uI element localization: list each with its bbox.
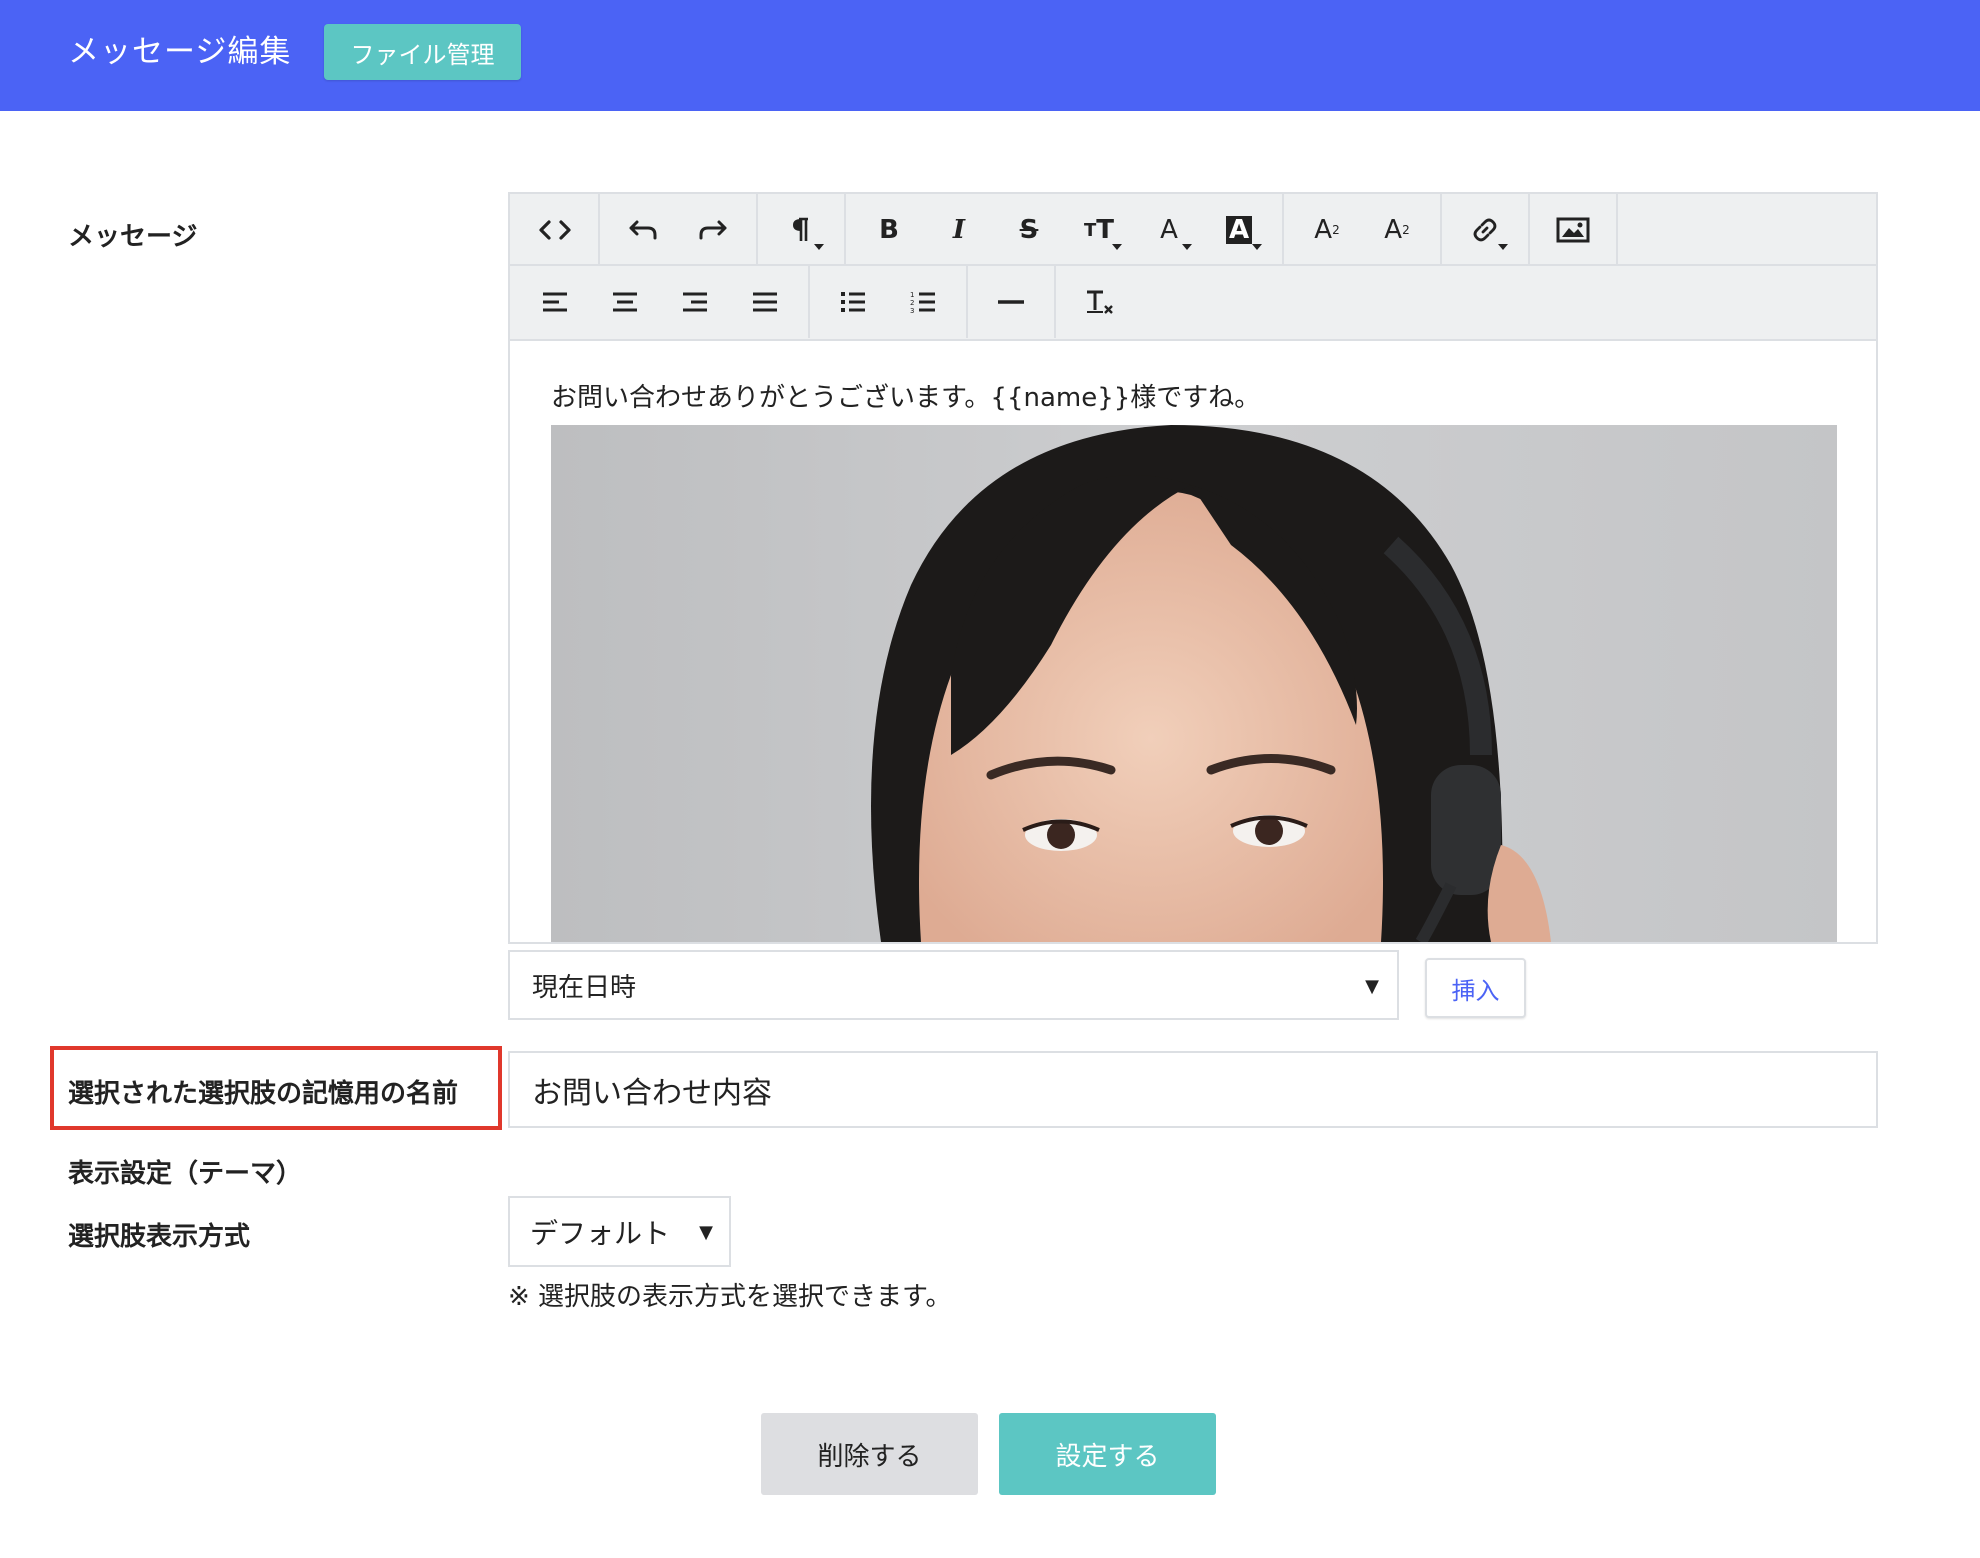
undo-icon[interactable] — [608, 194, 678, 266]
choice-display-note: ※ 選択肢の表示方式を選択できます。 — [508, 1282, 952, 1312]
svg-text:1: 1 — [910, 291, 914, 299]
italic-icon[interactable]: I — [924, 194, 994, 266]
align-justify-icon[interactable] — [730, 266, 800, 338]
bullet-list-icon[interactable] — [818, 266, 888, 338]
redo-icon[interactable] — [678, 194, 748, 266]
message-label: メッセージ — [68, 222, 198, 252]
delete-button[interactable]: 削除する — [761, 1413, 978, 1495]
chevron-down-icon — [1498, 244, 1508, 250]
editor-content[interactable]: お問い合わせありがとうございます。{{name}}様ですね。 — [510, 341, 1876, 942]
page-title: メッセージ編集 — [68, 34, 292, 70]
save-button[interactable]: 設定する — [999, 1413, 1216, 1495]
top-header: メッセージ編集 ファイル管理 — [0, 0, 1980, 111]
memory-name-input[interactable]: お問い合わせ内容 — [508, 1051, 1878, 1128]
chevron-down-icon: ▼ — [1365, 976, 1379, 997]
superscript-icon[interactable]: A2 — [1292, 194, 1362, 266]
align-right-icon[interactable] — [660, 266, 730, 338]
memory-name-value: お問い合わせ内容 — [532, 1075, 772, 1111]
toolbar-row-2: 123 — [510, 266, 1142, 338]
editor-toolbar: B I S TT A A A2 A2 1 2 3 — [510, 194, 1876, 341]
chevron-down-icon — [814, 244, 824, 250]
bold-icon[interactable]: B — [854, 194, 924, 266]
chevron-down-icon — [1112, 244, 1122, 250]
link-icon[interactable] — [1450, 194, 1520, 266]
strikethrough-icon[interactable]: S — [994, 194, 1064, 266]
align-left-icon[interactable] — [520, 266, 590, 338]
choice-display-select[interactable]: デフォルト ▼ — [508, 1196, 731, 1267]
choice-display-label: 選択肢表示方式 — [68, 1222, 251, 1252]
editor-text: お問い合わせありがとうございます。{{name}}様ですね。 — [551, 383, 1261, 413]
variable-select[interactable]: 現在日時 ▼ — [508, 950, 1399, 1020]
svg-text:2: 2 — [910, 299, 914, 307]
support-operator-photo — [551, 425, 1837, 942]
font-color-icon[interactable]: A — [1134, 194, 1204, 266]
paragraph-icon[interactable] — [766, 194, 836, 266]
highlight-color-icon[interactable]: A — [1204, 194, 1274, 266]
subscript-icon[interactable]: A2 — [1362, 194, 1432, 266]
numbered-list-icon[interactable]: 123 — [888, 266, 958, 338]
chevron-down-icon: ▼ — [699, 1222, 713, 1243]
image-icon[interactable] — [1538, 194, 1608, 266]
chevron-down-icon — [1252, 244, 1262, 250]
variable-select-value: 現在日時 — [532, 972, 637, 1003]
theme-label: 表示設定（テーマ） — [68, 1159, 303, 1189]
insert-button[interactable]: 挿入 — [1425, 958, 1526, 1018]
font-size-icon[interactable]: TT — [1064, 194, 1134, 266]
memory-name-label: 選択された選択肢の記憶用の名前 — [68, 1079, 459, 1109]
clear-format-icon[interactable] — [1064, 266, 1134, 338]
file-management-button[interactable]: ファイル管理 — [324, 24, 521, 80]
horizontal-rule-icon[interactable] — [976, 266, 1046, 338]
code-view-icon[interactable] — [520, 194, 590, 266]
chevron-down-icon — [1182, 244, 1192, 250]
align-center-icon[interactable] — [590, 266, 660, 338]
svg-text:3: 3 — [910, 307, 914, 314]
choice-display-value: デフォルト — [530, 1216, 671, 1250]
toolbar-row-1: B I S TT A A A2 A2 — [510, 194, 1876, 266]
rich-text-editor: B I S TT A A A2 A2 1 2 3 お問い合わせありがとうございま… — [508, 192, 1878, 944]
